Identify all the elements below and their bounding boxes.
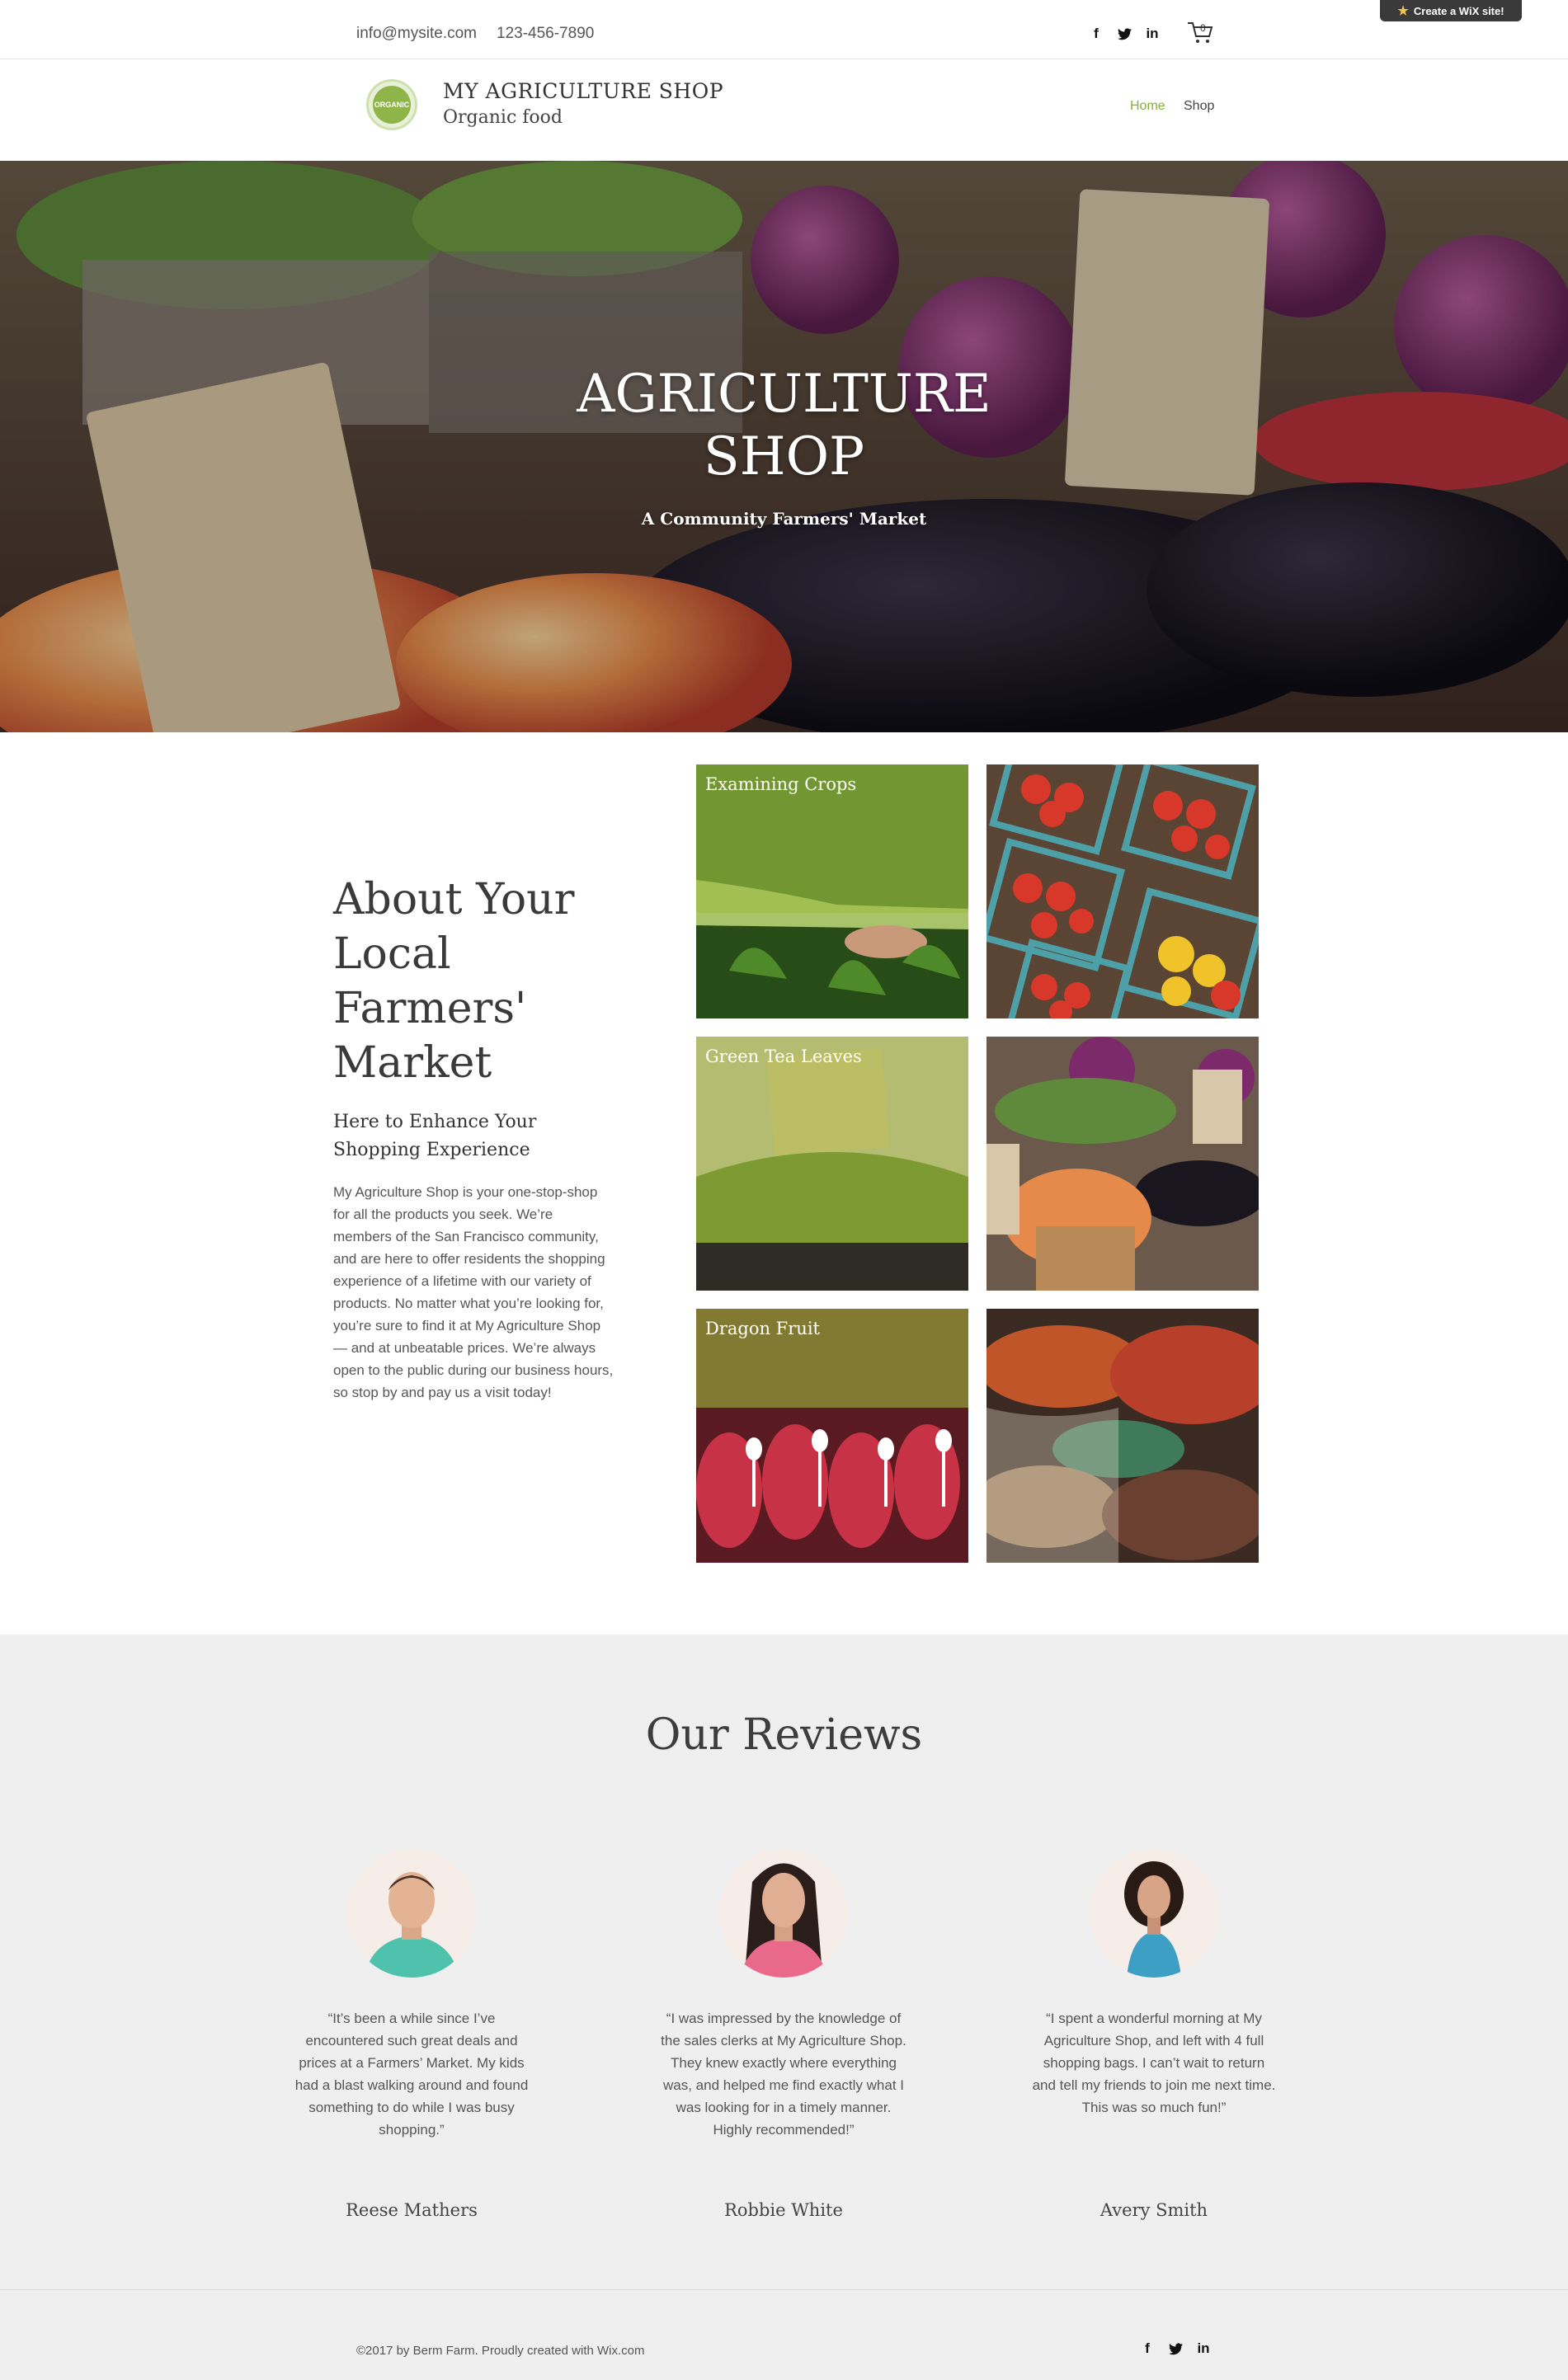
twitter-icon[interactable] [1115, 25, 1133, 43]
reviewer-avatar-robbie [719, 1849, 848, 1978]
review-quote-reese: “It’s been a while since I’ve encountere… [294, 2011, 529, 2138]
hero-title: AGRICULTURE SHOP [0, 363, 1568, 488]
reviewer-avatar-reese [347, 1849, 476, 1978]
reviews-section: Our Reviews “It’s been a while since I’v… [0, 1634, 1568, 2289]
hero-banner: AGRICULTURE SHOP A Community Farmers' Ma… [0, 161, 1568, 732]
linkedin-icon[interactable]: in [1194, 2340, 1212, 2358]
tile-label-dragon-fruit: Dragon Fruit [705, 1319, 820, 1338]
hero-title-line2: SHOP [703, 426, 865, 487]
contact-email[interactable]: info@mysite.com [356, 25, 477, 43]
footer-copyright: ©2017 by Berm Farm. Proudly created with… [356, 2344, 645, 2358]
facebook-icon[interactable]: f [1138, 2340, 1156, 2358]
about-body: My Agriculture Shop is your one-stop-sho… [333, 1184, 614, 1400]
reviewer-avatar-avery [1090, 1849, 1218, 1978]
reviewer-name-reese: Reese Mathers [346, 2200, 478, 2220]
nav-home[interactable]: Home [1130, 99, 1165, 114]
nav-shop[interactable]: Shop [1184, 99, 1214, 114]
gallery-tile-green-tea-leaves[interactable]: Green Tea Leaves [696, 1037, 968, 1291]
top-social-bar: f in [1087, 25, 1161, 43]
tomato-baskets-image [986, 764, 1259, 1018]
green-tea-leaves-image [696, 1037, 968, 1291]
top-bar: info@mysite.com 123-456-7890 f in 0 [0, 0, 1568, 59]
gallery-tile-examining-crops[interactable]: Examining Crops [696, 764, 968, 1018]
gallery-tile-tomatoes[interactable] [986, 764, 1259, 1018]
facebook-icon[interactable]: f [1087, 25, 1105, 43]
create-wix-site-badge[interactable]: ★ Create a WiX site! [1380, 0, 1522, 21]
examining-crops-image [696, 764, 968, 1018]
about-subtitle: Here to Enhance Your Shopping Experience [333, 1112, 537, 1160]
site-footer: ©2017 by Berm Farm. Proudly created with… [0, 2289, 1568, 2380]
review-quote-avery: “I spent a wonderful morning at My Agric… [1032, 2011, 1276, 2115]
market-produce-image [986, 1037, 1259, 1291]
footer-social-bar: f in [1138, 2340, 1212, 2358]
dragon-fruit-image [696, 1309, 968, 1563]
reviewer-name-robbie: Robbie White [724, 2200, 843, 2220]
linkedin-icon[interactable]: in [1143, 25, 1161, 43]
about-title: About Your Local Farmers' Market [333, 875, 575, 1088]
hero-subtitle: A Community Farmers' Market [641, 509, 927, 529]
cart-count: 0 [1200, 22, 1206, 34]
review-quote-robbie: “I was impressed by the knowledge of the… [661, 2011, 906, 2138]
gallery-tile-spices[interactable] [986, 1309, 1259, 1563]
tile-label-green-tea-leaves: Green Tea Leaves [705, 1047, 862, 1066]
gallery-tile-dragon-fruit[interactable]: Dragon Fruit [696, 1309, 968, 1563]
site-title[interactable]: MY AGRICULTURE SHOP [443, 79, 723, 103]
contact-phone[interactable]: 123-456-7890 [497, 25, 594, 43]
site-header: ORGANIC MY AGRICULTURE SHOP Organic food… [0, 59, 1568, 161]
hero-title-line1: AGRICULTURE [577, 364, 991, 425]
reviewer-name-avery: Avery Smith [1099, 2200, 1208, 2220]
wix-badge-label: Create a WiX site! [1413, 4, 1504, 17]
tile-label-examining-crops: Examining Crops [705, 774, 857, 794]
reviews-title: Our Reviews [645, 1710, 923, 1760]
star-icon: ★ [1397, 4, 1409, 18]
spices-image [986, 1309, 1259, 1563]
gallery-tile-market-produce[interactable] [986, 1037, 1259, 1291]
logo-text: ORGANIC [373, 86, 411, 124]
twitter-icon[interactable] [1166, 2340, 1184, 2358]
site-subtitle: Organic food [443, 107, 563, 128]
organic-logo[interactable]: ORGANIC [366, 79, 417, 130]
